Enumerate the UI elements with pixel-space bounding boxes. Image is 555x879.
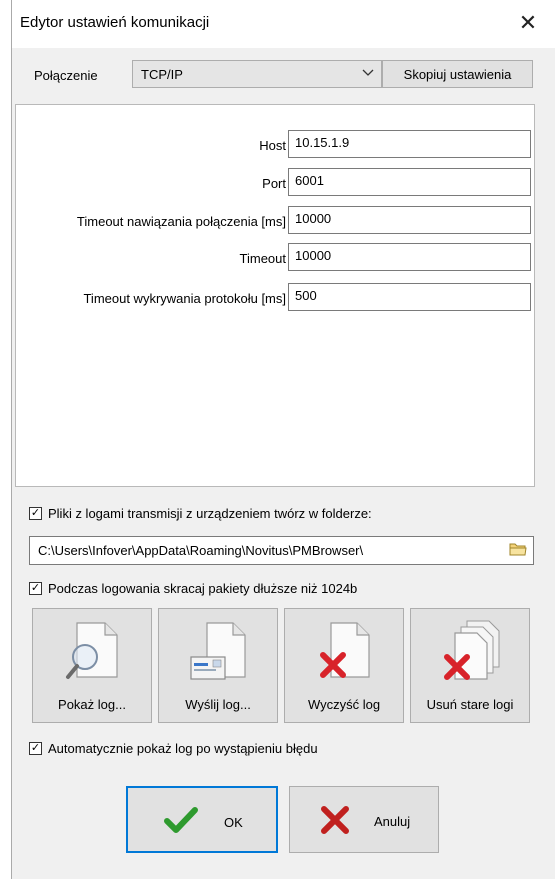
log-files-checkbox[interactable]: ✓ [29,507,42,520]
close-icon: ✕ [518,10,538,35]
truncate-checkbox[interactable]: ✓ [29,582,42,595]
chevron-down-icon [361,65,375,82]
connection-label: Połączenie [34,68,98,83]
checkmark-icon [164,806,198,836]
ok-button[interactable]: OK [126,786,278,853]
settings-panel: Host 10.15.1.9 Port 6001 Timeout nawiąza… [15,104,535,487]
connection-selected-value: TCP/IP [141,67,183,82]
log-folder-path-input[interactable]: C:\Users\Infover\AppData\Roaming\Novitus… [29,536,534,565]
protocol-timeout-input[interactable]: 500 [288,283,531,311]
ok-label: OK [224,815,243,830]
clear-log-label: Wyczyść log [307,697,381,712]
delete-documents-icon [441,619,501,683]
show-log-button[interactable]: Pokaż log... [32,608,152,723]
send-log-label: Wyślij log... [185,697,251,712]
port-label: Port [262,176,286,191]
host-input[interactable]: 10.15.1.9 [288,130,531,158]
timeout-label: Timeout [239,251,286,266]
delete-document-icon [315,619,375,683]
log-files-checkbox-row[interactable]: ✓ Pliki z logami transmisji z urządzenie… [29,506,372,521]
protocol-timeout-label: Timeout wykrywania protokołu [ms] [83,291,286,306]
auto-show-checkbox-label: Automatycznie pokaż log po wystąpieniu b… [48,741,318,756]
copy-settings-button[interactable]: Skopiuj ustawienia [382,60,533,88]
log-folder-path-value: C:\Users\Infover\AppData\Roaming\Novitus… [38,543,364,558]
connect-timeout-input[interactable]: 10000 [288,206,531,234]
cancel-label: Anuluj [374,814,411,829]
cancel-button[interactable]: Anuluj [289,786,439,853]
cancel-x-icon [318,805,352,835]
show-log-label: Pokaż log... [58,697,126,712]
auto-show-checkbox[interactable]: ✓ [29,742,42,755]
connection-select[interactable]: TCP/IP [132,60,382,88]
connect-timeout-label: Timeout nawiązania połączenia [ms] [76,214,286,229]
folder-browse-icon[interactable] [509,542,527,556]
close-button[interactable]: ✕ [513,8,543,38]
delete-old-logs-button[interactable]: Usuń stare logi [410,608,530,723]
truncate-checkbox-label: Podczas logowania skracaj pakiety dłuższ… [48,581,358,596]
log-files-checkbox-label: Pliki z logami transmisji z urządzeniem … [48,506,372,521]
timeout-input[interactable]: 10000 [288,243,531,271]
clear-log-button[interactable]: Wyczyść log [284,608,404,723]
send-log-button[interactable]: Wyślij log... [158,608,278,723]
title-bar: Edytor ustawień komunikacji ✕ [12,0,555,48]
dialog-title: Edytor ustawień komunikacji [20,14,210,31]
port-input[interactable]: 6001 [288,168,531,196]
truncate-checkbox-row[interactable]: ✓ Podczas logowania skracaj pakiety dłuż… [29,581,357,596]
auto-show-checkbox-row[interactable]: ✓ Automatycznie pokaż log po wystąpieniu… [29,741,318,756]
delete-old-logs-label: Usuń stare logi [426,697,514,712]
dialog-window: Edytor ustawień komunikacji ✕ Połączenie… [11,0,555,879]
copy-settings-label: Skopiuj ustawienia [403,66,512,82]
magnifier-document-icon [63,619,123,683]
envelope-document-icon [189,619,249,683]
host-label: Host [259,138,286,153]
